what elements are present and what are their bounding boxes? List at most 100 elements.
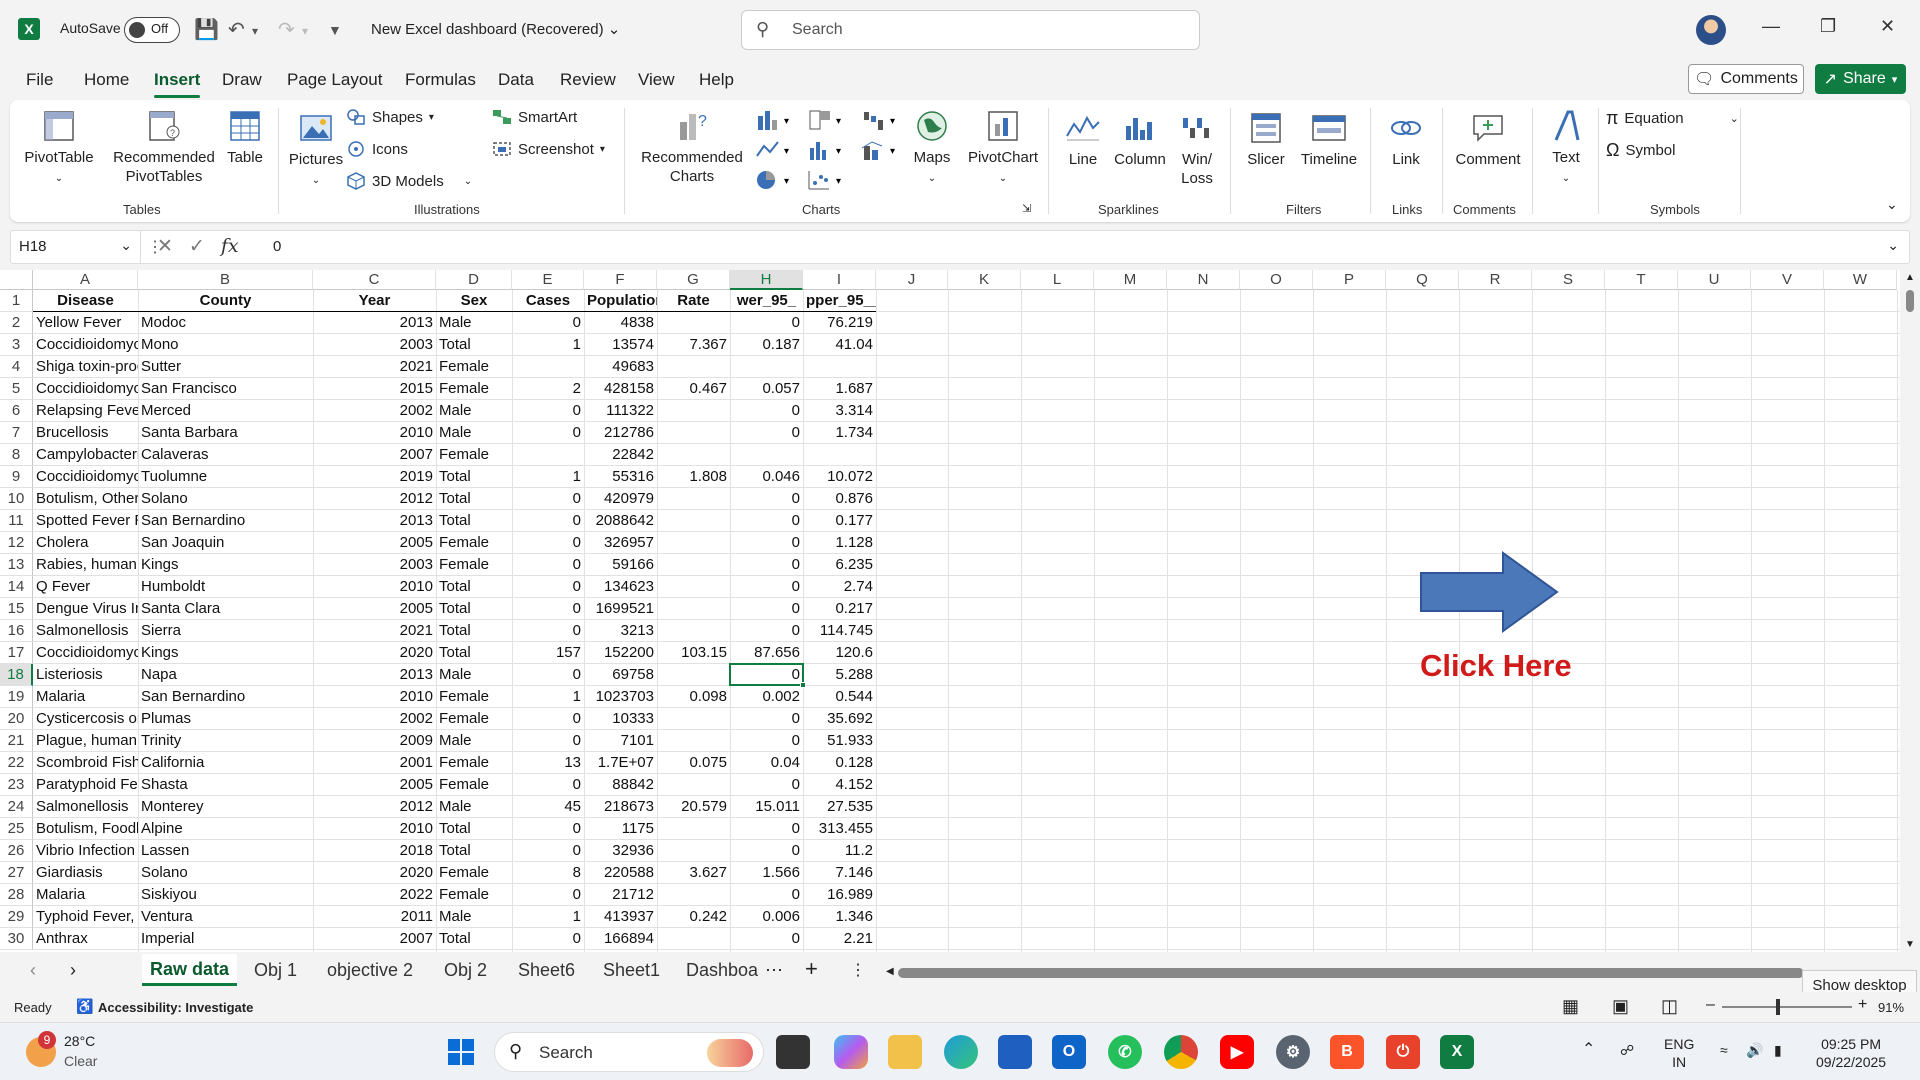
cell-disease[interactable]: Rabies, human [33,554,138,576]
cell-cases[interactable] [512,444,584,466]
sheet-tab-sheet1[interactable]: Sheet1 [603,960,660,981]
cell-rate[interactable] [657,488,730,510]
cell-population[interactable]: 212786 [584,422,657,444]
column-header-j[interactable]: J [876,270,948,290]
row-header-1[interactable]: 1 [0,290,33,312]
add-sheet-icon[interactable]: + [805,956,818,982]
smartart-button[interactable]: SmartArt [492,108,577,126]
cell-cases[interactable]: 0 [512,664,584,686]
cell-population[interactable]: 1699521 [584,598,657,620]
cell-cases[interactable]: 45 [512,796,584,818]
cell-sex[interactable]: Total [436,642,512,664]
cell-disease[interactable]: Listeriosis [33,664,138,686]
cell-county[interactable]: Plumas [138,708,313,730]
cell-upper-95-ci[interactable]: 1.687 [803,378,876,400]
cell-sex[interactable]: Female [436,554,512,576]
cell-year[interactable]: 2013 [313,664,436,686]
cell-cases[interactable]: 0 [512,884,584,906]
cell-rate[interactable] [657,576,730,598]
cell-upper-95-ci[interactable]: 4.152 [803,774,876,796]
cell-population[interactable]: 22842 [584,444,657,466]
cell-county[interactable]: Lassen [138,840,313,862]
cell-upper-95-ci[interactable]: 11.2 [803,840,876,862]
cell-population[interactable]: 1175 [584,818,657,840]
cell-disease[interactable]: Botulism, Other/Unspecified [33,488,138,510]
redo-icon[interactable]: ↷ [278,17,295,42]
cell-population[interactable]: 152200 [584,642,657,664]
cell-population[interactable]: 4838 [584,312,657,334]
column-header-n[interactable]: N [1167,270,1240,290]
row-header-16[interactable]: 16 [0,620,33,642]
row-header-10[interactable]: 10 [0,488,33,510]
cell-upper-95-ci[interactable]: 1.128 [803,532,876,554]
statistic-chart-button[interactable]: ▾ [806,138,850,162]
row-header-29[interactable]: 29 [0,906,33,928]
cell-year[interactable]: 2021 [313,620,436,642]
cell-county[interactable]: Tuolumne [138,466,313,488]
shapes-button[interactable]: Shapes ▾ [346,108,434,126]
timeline-button[interactable]: Timeline [1294,110,1364,169]
header-cell-rate[interactable]: Rate [657,290,730,312]
tab-home[interactable]: Home [84,70,129,90]
fill-handle[interactable] [800,682,806,688]
cell-cases[interactable]: 0 [512,840,584,862]
cell-year[interactable]: 2002 [313,708,436,730]
next-sheet-icon[interactable]: › [70,960,76,981]
save-icon[interactable]: 💾 [194,17,219,42]
cell-disease[interactable]: Botulism, Foodborne [33,818,138,840]
cell-disease[interactable]: Shiga toxin-producing [33,356,138,378]
cell-year[interactable]: 2013 [313,510,436,532]
cell-sex[interactable]: Total [436,928,512,950]
scroll-down-icon[interactable]: ▼ [1905,939,1915,950]
row-header-9[interactable]: 9 [0,466,33,488]
column-header-g[interactable]: G [657,270,730,290]
cell-population[interactable]: 413937 [584,906,657,928]
link-button[interactable]: Link [1376,110,1436,169]
cell-lower-95-ci[interactable]: 0 [730,884,803,906]
cell-sex[interactable]: Female [436,862,512,884]
cell-rate[interactable] [657,884,730,906]
cell-sex[interactable]: Female [436,686,512,708]
cell-county[interactable]: California [138,752,313,774]
arrow-right-shape[interactable] [1419,551,1559,633]
cell-lower-95-ci[interactable]: 0 [730,598,803,620]
3d-models-button[interactable]: 3D Models ⌄ [346,172,472,190]
cell-sex[interactable]: Total [436,840,512,862]
collapse-ribbon-icon[interactable]: ⌄ [1886,196,1898,213]
cell-disease[interactable]: Malaria [33,884,138,906]
column-header-o[interactable]: O [1240,270,1313,290]
cell-upper-95-ci[interactable]: 0.217 [803,598,876,620]
waterfall-chart-button[interactable]: ▾ [860,108,904,132]
cell-upper-95-ci[interactable] [803,444,876,466]
copilot-icon[interactable] [834,1035,868,1069]
cell-rate[interactable] [657,598,730,620]
cell-rate[interactable] [657,400,730,422]
sparkline-winloss-button[interactable]: Win/Loss [1170,110,1224,188]
row-header-3[interactable]: 3 [0,334,33,356]
cell-population[interactable]: 1023703 [584,686,657,708]
row-header-25[interactable]: 25 [0,818,33,840]
cell-year[interactable]: 2020 [313,862,436,884]
header-cell-year[interactable]: Year [313,290,436,312]
column-header-f[interactable]: F [584,270,657,290]
zoom-in-icon[interactable]: + [1858,996,1867,1014]
cell-year[interactable]: 2005 [313,774,436,796]
cell-rate[interactable]: 0.075 [657,752,730,774]
row-header-24[interactable]: 24 [0,796,33,818]
cell-cases[interactable]: 0 [512,774,584,796]
file-explorer-icon[interactable] [888,1035,922,1069]
cell-disease[interactable]: Salmonellosis [33,796,138,818]
cell-sex[interactable]: Male [436,312,512,334]
text-button[interactable]: Text ⌄ [1538,108,1594,188]
cell-disease[interactable]: Coccidioidomycosis [33,378,138,400]
row-header-11[interactable]: 11 [0,510,33,532]
scatter-chart-button[interactable]: ▾ [806,168,850,192]
cell-lower-95-ci[interactable]: 0 [730,730,803,752]
cell-population[interactable]: 218673 [584,796,657,818]
hierarchy-chart-button[interactable]: ▾ [806,108,850,132]
cell-lower-95-ci[interactable] [730,356,803,378]
recommended-charts-button[interactable]: ? Recommended Charts [632,108,752,186]
cell-lower-95-ci[interactable]: 0 [730,554,803,576]
pictures-button[interactable]: Pictures ⌄ [284,110,348,190]
row-header-23[interactable]: 23 [0,774,33,796]
